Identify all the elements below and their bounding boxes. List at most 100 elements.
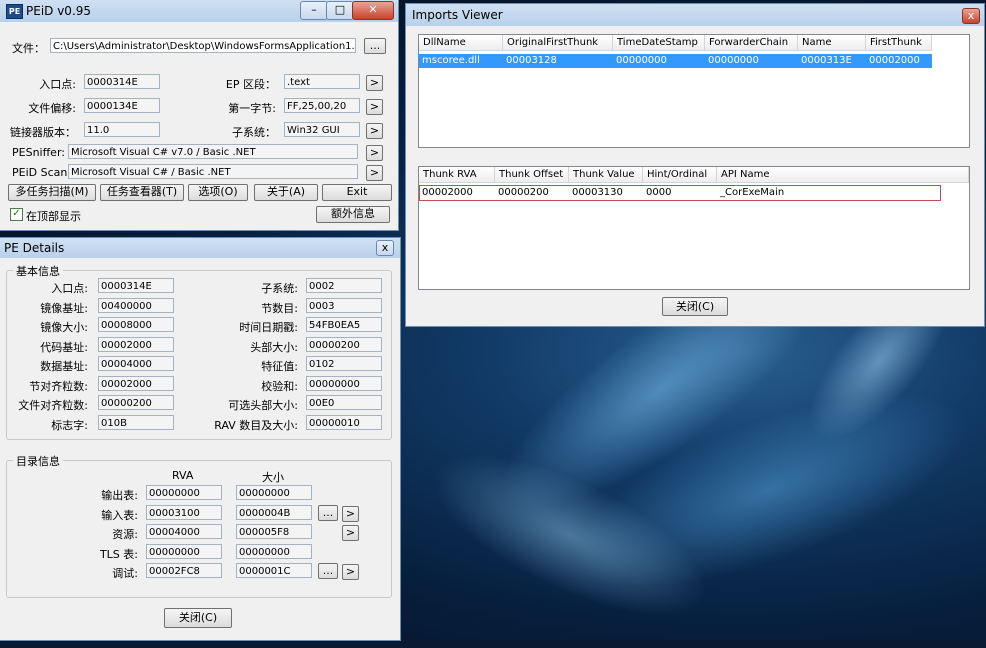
pesniffer-arrow-button[interactable]: >	[366, 145, 383, 161]
first-bytes-arrow-button[interactable]: >	[366, 99, 383, 115]
basic-field-label: 校验和:	[261, 379, 298, 393]
imports-viewer-titlebar[interactable]: Imports Viewer x	[406, 4, 984, 26]
window-title: Imports Viewer	[412, 8, 503, 22]
directory-size-field: 00000000	[236, 485, 312, 500]
file-path-field[interactable]: C:\Users\Administrator\Desktop\WindowsFo…	[50, 38, 356, 53]
pe-details-titlebar[interactable]: PE Details x	[0, 238, 400, 258]
exit-button[interactable]: Exit	[322, 184, 392, 201]
peid-scan-label: PEiD Scan:	[12, 166, 72, 179]
close-icon[interactable]: x	[376, 240, 394, 256]
directory-label: 资源:	[112, 528, 138, 541]
ep-section-arrow-button[interactable]: >	[366, 75, 383, 91]
basic-field-value: 00000010	[306, 414, 382, 430]
extra-info-button[interactable]: 额外信息	[316, 206, 390, 223]
dll-column-header[interactable]: ForwarderChain	[705, 35, 798, 51]
close-icon[interactable]: x	[962, 8, 980, 24]
peid-scan-field: Microsoft Visual C# / Basic .NET	[68, 164, 358, 179]
basic-field-label: 标志字:	[51, 418, 88, 432]
table-cell: 00000000	[708, 55, 759, 66]
basic-field-value: 010B	[98, 414, 174, 430]
close-icon[interactable]: ✕	[352, 1, 394, 20]
pesniffer-label: PESniffer:	[12, 146, 65, 159]
on-top-label: 在顶部显示	[26, 210, 81, 223]
multi-scan-button[interactable]: 多任务扫描(M)	[8, 184, 96, 201]
directory-size-field: 0000004B	[236, 504, 312, 520]
table-cell: 00003130	[572, 187, 623, 198]
close-button[interactable]: 关闭(C)	[662, 297, 728, 316]
thunk-column-header[interactable]: API Name	[717, 167, 969, 183]
directory-size-field: 00000000	[236, 543, 312, 559]
table-cell: 00003128	[506, 55, 557, 66]
thunk-list[interactable]: Thunk RVA Thunk Offset Thunk Value Hint/Ord…	[418, 166, 970, 290]
thunk-column-header[interactable]: Thunk RVA	[419, 167, 495, 183]
maximize-icon[interactable]: □	[326, 1, 354, 20]
basic-field-label: 特征值:	[261, 360, 298, 373]
subsystem-label: 子系统：	[232, 126, 276, 139]
file-label: 文件：	[12, 42, 45, 55]
dll-column-header[interactable]: OriginalFirstThunk	[503, 35, 613, 51]
about-button[interactable]: 关于(A)	[254, 184, 318, 201]
basic-field-value: 00000200	[306, 336, 382, 352]
basic-field-label: 节数目:	[261, 301, 298, 315]
peid-scan-arrow-button[interactable]: >	[366, 165, 383, 181]
basic-field-label: 代码基址:	[40, 340, 88, 354]
basic-field-label: 镜像大小:	[40, 321, 88, 334]
directory-rva-field: 00000000	[146, 543, 222, 559]
peid-window: PE PEiD v0.95 – □ ✕ 文件： C:\Users\Adminis…	[0, 0, 398, 230]
size-column-header: 大小	[262, 471, 284, 484]
thunk-column-header[interactable]: Thunk Offset	[495, 167, 569, 183]
dll-column-header[interactable]: TimeDateStamp	[613, 35, 705, 51]
table-cell: mscoree.dll	[422, 55, 480, 66]
peid-titlebar[interactable]: PE PEiD v0.95 – □ ✕	[0, 0, 398, 22]
directory-rva-field: 00004000	[146, 524, 222, 539]
directory-label: 调试:	[112, 567, 138, 580]
subsystem-arrow-button[interactable]: >	[366, 123, 383, 139]
pe-details-window: PE Details x 基本信息 目录信息 RVA 大小 关闭(C) 入口点:…	[0, 238, 400, 640]
dll-column-header[interactable]: FirstThunk	[866, 35, 932, 51]
directory-details-button[interactable]: ...	[318, 504, 338, 521]
browse-button[interactable]: ...	[364, 38, 386, 54]
options-button[interactable]: 选项(O)	[188, 184, 248, 201]
entry-point-field: 0000314E	[84, 74, 160, 89]
peid-app-icon: PE	[6, 4, 23, 19]
dll-column-header[interactable]: DllName	[419, 35, 503, 51]
directory-arrow-button[interactable]: >	[342, 564, 359, 580]
thunk-column-header[interactable]: Thunk Value	[569, 167, 643, 183]
basic-field-label: 数据基址:	[40, 360, 88, 373]
ep-section-label: EP 区段：	[225, 78, 276, 91]
basic-field-value: 00000000	[306, 375, 382, 391]
basic-field-value: 0102	[306, 356, 382, 371]
directory-info-title: 目录信息	[13, 453, 63, 469]
dll-list[interactable]: DllName OriginalFirstThunk TimeDateStamp Fo…	[418, 34, 970, 148]
thunk-column-header[interactable]: Hint/Ordinal	[643, 167, 717, 183]
directory-size-field: 000005F8	[236, 524, 312, 539]
basic-field-label: 文件对齐粒数:	[18, 399, 88, 412]
basic-field-value: 0002	[306, 278, 382, 293]
directory-rva-field: 00003100	[146, 504, 222, 520]
ep-section-field: .text	[284, 74, 360, 89]
dll-column-header[interactable]: Name	[798, 35, 866, 51]
on-top-checkbox[interactable]: ✓	[10, 208, 23, 221]
table-cell: 0000313E	[801, 55, 852, 66]
directory-arrow-button[interactable]: >	[342, 505, 359, 522]
basic-field-value: 54FB0EA5	[306, 317, 382, 332]
table-cell: 00002000	[869, 55, 920, 66]
directory-size-field: 0000001C	[236, 563, 312, 578]
directory-rva-field: 00002FC8	[146, 563, 222, 578]
basic-field-label: 可选头部大小:	[228, 399, 298, 412]
minimize-icon[interactable]: –	[300, 1, 328, 20]
file-offset-field: 0000134E	[84, 98, 160, 113]
linker-version-label: 链接器版本：	[10, 126, 76, 139]
task-viewer-button[interactable]: 任务查看器(T)	[100, 184, 184, 201]
table-row-selected[interactable]	[419, 54, 932, 68]
subsystem-field: Win32 GUI	[284, 122, 360, 137]
directory-arrow-button[interactable]: >	[342, 525, 359, 541]
basic-field-value: 00002000	[98, 336, 174, 352]
imports-viewer-window: Imports Viewer x DllName OriginalFirstThu…	[406, 4, 984, 326]
table-cell: 00000200	[498, 187, 549, 198]
basic-field-value: 0003	[306, 297, 382, 313]
directory-details-button[interactable]: ...	[318, 563, 338, 579]
basic-field-label: 头部大小:	[250, 340, 298, 354]
close-button[interactable]: 关闭(C)	[164, 608, 232, 628]
basic-field-value: 00002000	[98, 375, 174, 391]
